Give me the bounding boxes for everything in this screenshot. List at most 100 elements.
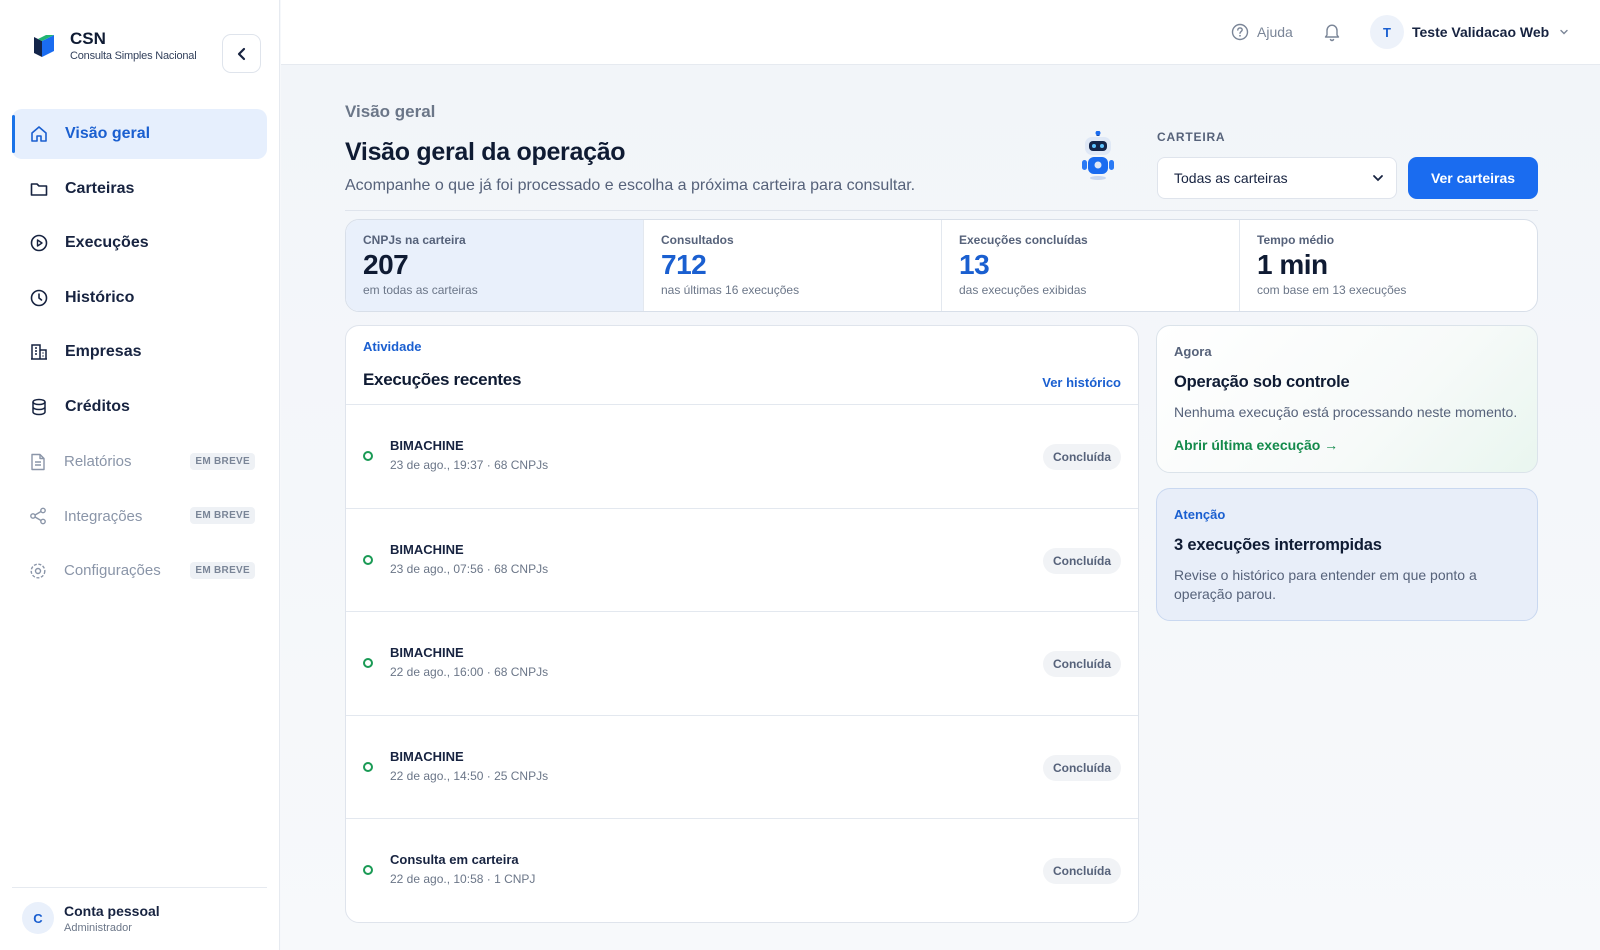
clock-icon bbox=[29, 288, 49, 308]
sidebar-item-label: Execuções bbox=[65, 234, 149, 252]
building-icon bbox=[29, 342, 49, 362]
status-dot-icon bbox=[363, 554, 373, 565]
stats-summary: CNPJs na carteira 207 em todas as cartei… bbox=[345, 219, 1538, 312]
brand-name: CSN bbox=[70, 29, 106, 48]
status-badge: Concluída bbox=[1042, 858, 1121, 884]
stat-consultados[interactable]: Consultados 712 nas últimas 16 execuções bbox=[644, 220, 942, 311]
executions-list: BIMACHINE 23 de ago., 19:37 · 68 CNPJs C… bbox=[346, 404, 1138, 922]
bell-icon bbox=[1324, 24, 1340, 42]
share-icon bbox=[28, 506, 48, 526]
execution-meta: 22 de ago., 10:58 · 1 CNPJ bbox=[390, 872, 536, 886]
wallet-select[interactable]: Todas as carteiras bbox=[1157, 157, 1397, 199]
collapse-sidebar-button[interactable] bbox=[222, 34, 261, 73]
attention-card: Atenção 3 execuções interrompidas Revise… bbox=[1156, 488, 1538, 621]
status-badge: Concluída bbox=[1042, 754, 1121, 781]
status-dot-icon bbox=[363, 658, 373, 668]
user-name: Teste Validacao Web bbox=[1412, 24, 1550, 40]
stat-tempo-medio[interactable]: Tempo médio 1 min com base em 13 execuçõ… bbox=[1240, 220, 1537, 311]
sidebar-item-empresas[interactable]: Empresas bbox=[12, 327, 267, 377]
account-name: Conta pessoal bbox=[64, 902, 160, 919]
open-last-execution-link[interactable]: Abrir última execução → bbox=[1174, 437, 1338, 453]
stat-label: Execuções concluídas bbox=[959, 233, 1088, 247]
status-dot-icon bbox=[363, 865, 373, 875]
status-dot-icon bbox=[363, 451, 373, 461]
home-icon bbox=[29, 124, 49, 144]
sidebar: CSN Consulta Simples Nacional Visão gera… bbox=[0, 0, 280, 950]
database-icon bbox=[29, 397, 49, 417]
execution-title: BIMACHINE bbox=[390, 438, 464, 453]
help-label: Ajuda bbox=[1257, 24, 1293, 40]
help-button[interactable]: Ajuda bbox=[1231, 23, 1293, 41]
sidebar-item-visao-geral[interactable]: Visão geral bbox=[12, 109, 267, 159]
execution-title: BIMACHINE bbox=[390, 645, 464, 660]
execution-row[interactable]: BIMACHINE 23 de ago., 19:37 · 68 CNPJs C… bbox=[346, 404, 1138, 508]
stat-note: das execuções exibidas bbox=[959, 283, 1087, 297]
sidebar-item-configuracoes[interactable]: Configurações EM BREVE bbox=[12, 546, 267, 596]
page-subtitle: Acompanhe o que já foi processado e esco… bbox=[345, 177, 916, 194]
recent-executions-panel: Atividade Execuções recentes Ver históri… bbox=[345, 325, 1139, 923]
stat-note: nas últimas 16 execuções bbox=[661, 283, 800, 297]
chevron-left-icon bbox=[237, 47, 245, 60]
stat-execucoes[interactable]: Execuções concluídas 13 das execuções ex… bbox=[942, 220, 1240, 311]
status-now-card: Agora Operação sob controle Nenhuma exec… bbox=[1156, 325, 1538, 473]
user-menu[interactable]: T Teste Validacao Web bbox=[1370, 15, 1569, 49]
execution-row[interactable]: BIMACHINE 23 de ago., 07:56 · 68 CNPJs C… bbox=[346, 507, 1138, 612]
coming-soon-badge: EM BREVE bbox=[190, 452, 255, 470]
stat-label: CNPJs na carteira bbox=[363, 233, 466, 247]
sidebar-item-label: Relatórios bbox=[64, 453, 132, 471]
warn-title: 3 execuções interrompidas bbox=[1174, 536, 1382, 554]
stat-value: 1 min bbox=[1257, 249, 1328, 280]
stat-value: 712 bbox=[661, 249, 707, 280]
now-title: Operação sob controle bbox=[1174, 373, 1350, 391]
header-divider bbox=[345, 210, 1538, 211]
sidebar-item-label: Créditos bbox=[65, 397, 130, 415]
execution-row[interactable]: Consulta em carteira 22 de ago., 10:58 ·… bbox=[346, 818, 1138, 922]
stat-label: Tempo médio bbox=[1257, 233, 1335, 247]
execution-title: Consulta em carteira bbox=[390, 852, 519, 867]
status-badge: Concluída bbox=[1042, 547, 1121, 574]
brand[interactable]: CSN Consulta Simples Nacional bbox=[32, 29, 197, 62]
status-badge: Concluída bbox=[1042, 651, 1121, 677]
execution-row[interactable]: BIMACHINE 22 de ago., 16:00 · 68 CNPJs C… bbox=[346, 611, 1138, 715]
stat-value: 207 bbox=[363, 249, 409, 280]
sidebar-item-carteiras[interactable]: Carteiras bbox=[12, 164, 267, 214]
sidebar-item-integracoes[interactable]: Integrações EM BREVE bbox=[12, 491, 267, 541]
document-icon bbox=[28, 452, 48, 472]
sidebar-item-label: Visão geral bbox=[65, 125, 151, 142]
execution-title: BIMACHINE bbox=[390, 748, 464, 764]
page-title: Visão geral da operação bbox=[345, 138, 626, 166]
sidebar-item-creditos[interactable]: Créditos bbox=[12, 382, 267, 432]
help-circle-icon bbox=[1231, 23, 1249, 41]
sidebar-item-label: Configurações bbox=[64, 562, 161, 580]
stat-note: com base em 13 execuções bbox=[1257, 283, 1407, 297]
stat-value: 13 bbox=[959, 249, 990, 280]
now-kicker: Agora bbox=[1174, 344, 1212, 359]
sidebar-nav: Visão geral Carteiras Execuções Históric… bbox=[12, 109, 267, 600]
execution-meta: 22 de ago., 14:50 · 25 CNPJs bbox=[390, 768, 549, 783]
brand-subtitle: Consulta Simples Nacional bbox=[70, 50, 197, 62]
activity-title: Execuções recentes bbox=[363, 370, 522, 389]
account-role: Administrador bbox=[64, 921, 132, 934]
view-wallets-button[interactable]: Ver carteiras bbox=[1408, 157, 1538, 199]
notifications-button[interactable] bbox=[1323, 22, 1341, 47]
view-history-link[interactable]: Ver histórico bbox=[1042, 375, 1121, 390]
coming-soon-badge: EM BREVE bbox=[190, 507, 255, 525]
stat-cnpjs[interactable]: CNPJs na carteira 207 em todas as cartei… bbox=[346, 220, 644, 311]
execution-row[interactable]: BIMACHINE 22 de ago., 14:50 · 25 CNPJs C… bbox=[346, 714, 1138, 819]
warn-kicker: Atenção bbox=[1174, 507, 1226, 522]
coming-soon-badge: EM BREVE bbox=[190, 561, 255, 579]
sidebar-item-label: Histórico bbox=[65, 288, 135, 306]
sidebar-item-label: Integrações bbox=[64, 507, 143, 525]
sidebar-item-historico[interactable]: Histórico bbox=[12, 273, 267, 323]
now-text: Nenhuma execução está processando neste … bbox=[1174, 404, 1518, 420]
brand-logo-icon bbox=[34, 35, 54, 57]
account-switcher[interactable]: C Conta pessoal Administrador bbox=[12, 887, 267, 934]
breadcrumb: Visão geral bbox=[345, 102, 436, 121]
wallet-label: CARTEIRA bbox=[1157, 130, 1226, 144]
main-content: Visão geral Visão geral da operação Acom… bbox=[281, 65, 1600, 950]
sidebar-item-execucoes[interactable]: Execuções bbox=[12, 218, 267, 268]
sidebar-item-label: Carteiras bbox=[65, 179, 135, 197]
folder-icon bbox=[29, 179, 49, 199]
execution-meta: 23 de ago., 19:37 · 68 CNPJs bbox=[390, 458, 549, 472]
sidebar-item-relatorios[interactable]: Relatórios EM BREVE bbox=[12, 437, 267, 487]
